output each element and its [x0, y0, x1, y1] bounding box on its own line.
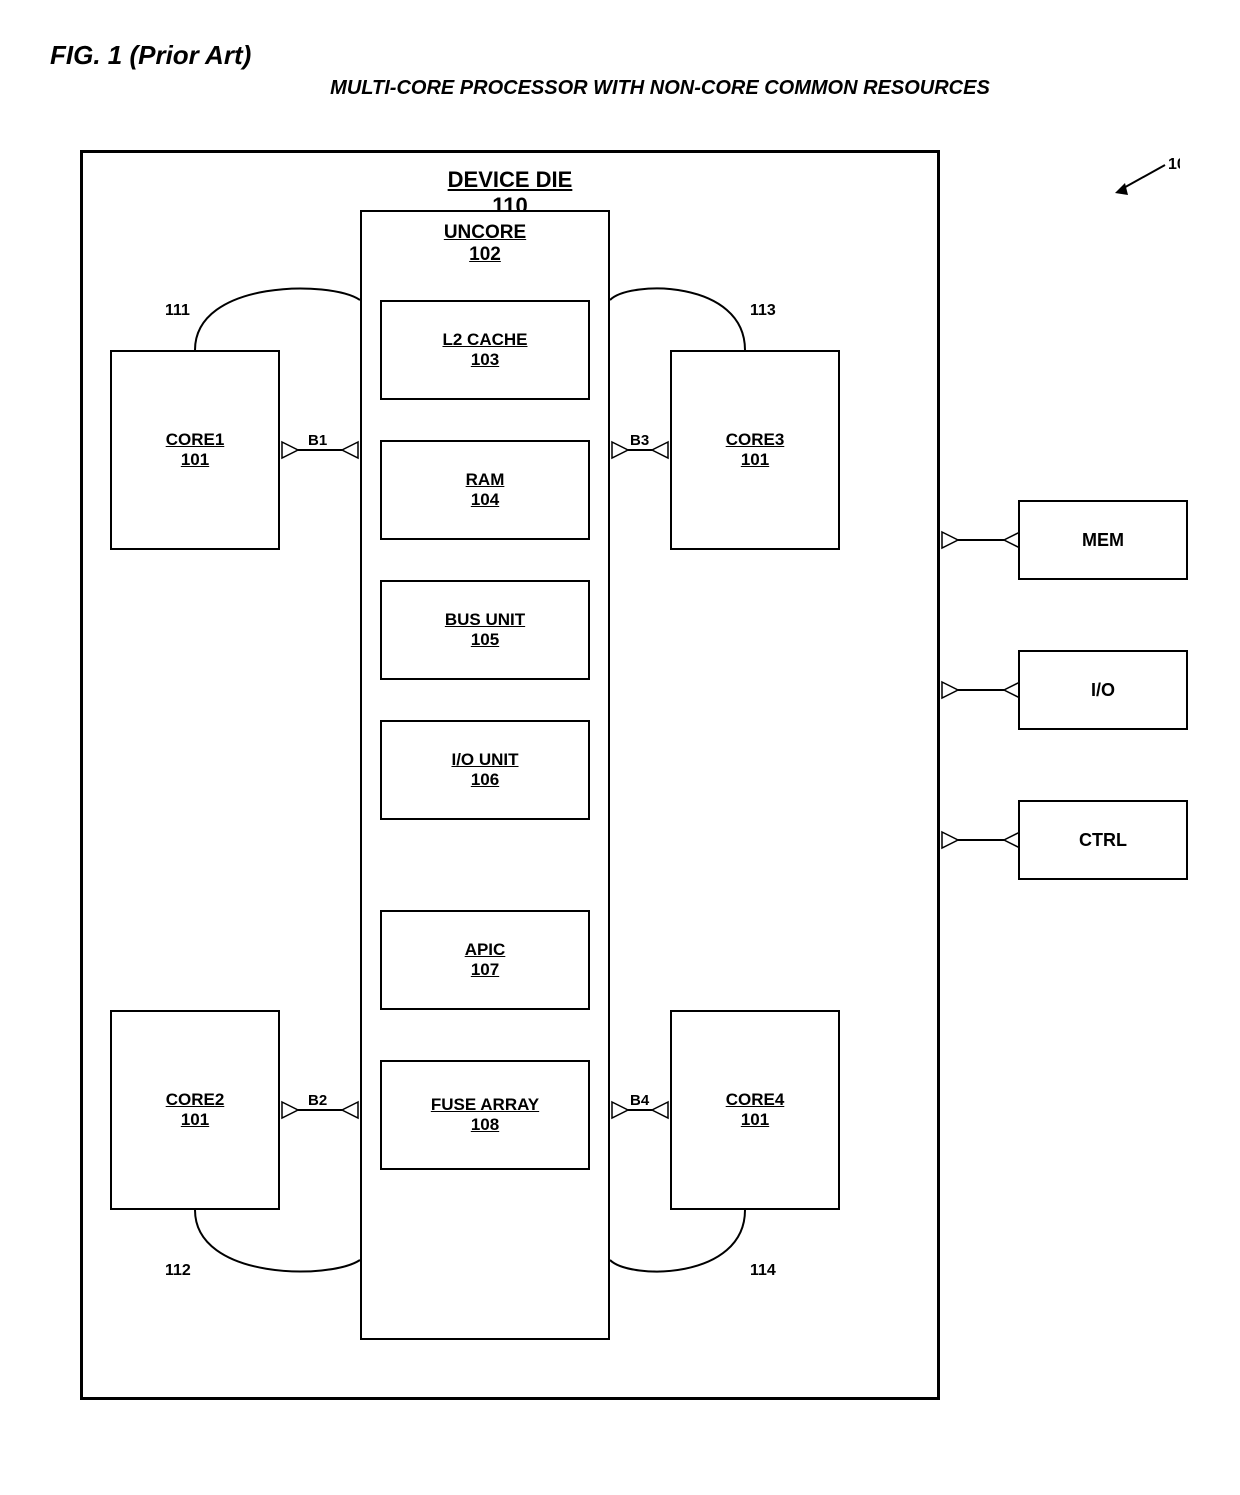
- svg-text:113: 113: [750, 302, 776, 319]
- fig-subtitle: MULTI-CORE PROCESSOR WITH NON-CORE COMMO…: [130, 77, 1190, 100]
- svg-text:B1: B1: [308, 432, 327, 449]
- svg-text:B3: B3: [630, 432, 649, 449]
- io-side-box: I/O: [1018, 650, 1188, 730]
- fig-title: FIG. 1 (Prior Art): [50, 40, 1190, 71]
- ctrl-side-box: CTRL: [1018, 800, 1188, 880]
- b1-arrow: B1: [282, 432, 358, 458]
- b2-arrow: B2: [282, 1092, 358, 1118]
- diagram-area: 100 DEVICE DIE 110 UNCORE 102 L2 CACHE 1…: [50, 120, 1190, 1460]
- diagram-svg: B1 B2 B3 B4: [50, 120, 1190, 1460]
- io-side-arrow: [942, 682, 1020, 698]
- svg-text:B2: B2: [308, 1092, 327, 1109]
- svg-text:111: 111: [165, 302, 190, 319]
- b4-arrow: B4: [612, 1092, 668, 1118]
- ctrl-arrow: [942, 832, 1020, 848]
- page: FIG. 1 (Prior Art) MULTI-CORE PROCESSOR …: [0, 0, 1240, 1495]
- b3-arrow: B3: [612, 432, 668, 458]
- mem-side-box: MEM: [1018, 500, 1188, 580]
- svg-text:114: 114: [750, 1262, 776, 1279]
- svg-text:112: 112: [165, 1262, 191, 1279]
- mem-arrow: [942, 532, 1020, 548]
- svg-text:B4: B4: [630, 1092, 650, 1109]
